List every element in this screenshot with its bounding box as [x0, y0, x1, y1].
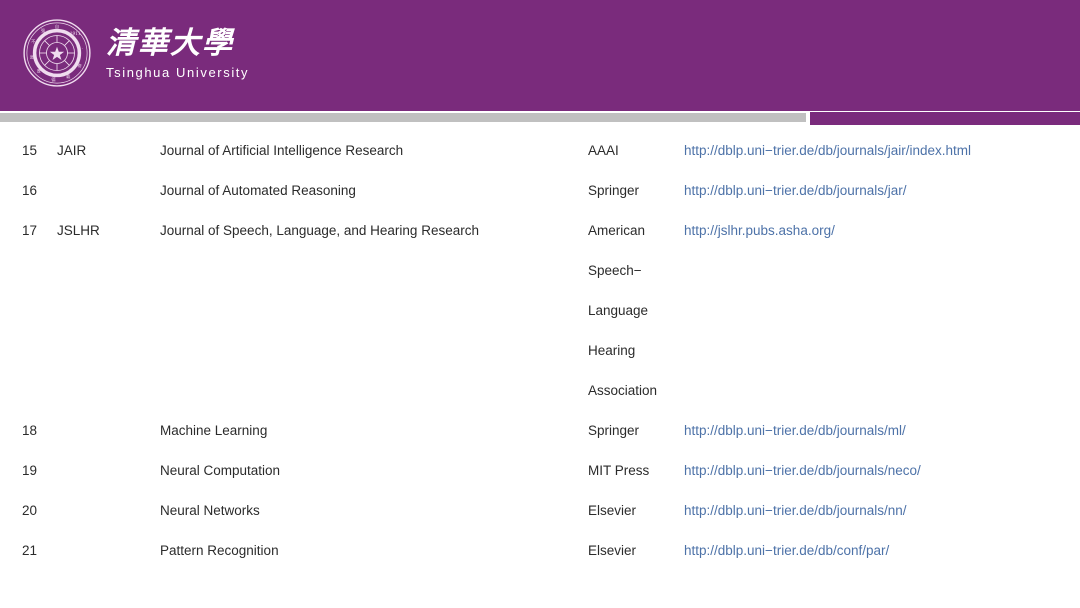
table-cell-url[interactable]: http://dblp.uni−trier.de/db/journals/jar…	[684, 171, 1064, 211]
tsinghua-seal-icon: 自 强 不 息 厚 德 载 物 · 1911	[23, 19, 91, 87]
svg-text:息: 息	[30, 54, 34, 60]
table-row: 20 Neural Networks Elsevier http://dblp.uni…	[0, 491, 1080, 531]
table-row: 19 Neural Computation MIT Press http://dblp…	[0, 451, 1080, 491]
table-cell-url[interactable]: http://dblp.uni−trier.de/db/journals/jai…	[684, 131, 1064, 171]
table-row: 16 Journal of Automated Reasoning Springer…	[0, 171, 1080, 211]
table-cell-abbr	[57, 371, 152, 411]
table-cell-url[interactable]: http://dblp.uni−trier.de/db/journals/nn/	[684, 491, 1064, 531]
table-cell-publisher: Springer	[588, 183, 640, 198]
table-cell-index: 15	[22, 143, 38, 158]
table-row: 21 Pattern Recognition Elsevier http://dblp…	[0, 531, 1080, 571]
svg-text:载: 载	[66, 73, 71, 80]
table-cell-abbr: JSLHR	[57, 223, 100, 238]
svg-text:1911: 1911	[70, 31, 81, 36]
table-cell-abbr	[57, 331, 152, 371]
table-cell-title: Pattern Recognition	[160, 543, 279, 558]
table-row: Association	[0, 371, 1080, 411]
slide-root: 自 强 不 息 厚 德 载 物 · 1911 清華大學 Tsinghua Uni…	[0, 0, 1080, 608]
table-cell-abbr	[57, 171, 152, 211]
table-row: 18 Machine Learning Springer http://dblp.un…	[0, 411, 1080, 451]
table-cell-url[interactable]: http://dblp.uni−trier.de/db/journals/ml/	[684, 411, 1064, 451]
table-cell-title: Neural Networks	[160, 503, 260, 518]
table-cell-publisher: Elsevier	[588, 543, 637, 558]
table-cell-url[interactable]: http://jslhr.pubs.asha.org/	[684, 211, 1064, 251]
table-cell-index: 19	[22, 463, 38, 478]
table-row: Speech−	[0, 251, 1080, 291]
table-cell-index	[22, 251, 52, 291]
table-cell-url	[684, 251, 1064, 291]
svg-text:物: 物	[77, 62, 81, 69]
table-cell-index: 21	[22, 543, 38, 558]
table-row: Language	[0, 291, 1080, 331]
table-cell-abbr	[57, 491, 152, 531]
table-row: 15 JAIR Journal of Artificial Intelligence…	[0, 131, 1080, 171]
brand-wordmark: 清華大學 Tsinghua University	[106, 25, 249, 81]
tsinghua-brand-logo: 自 强 不 息 厚 德 载 物 · 1911 清華大學 Tsinghua Uni…	[22, 18, 249, 88]
svg-text:·: ·	[82, 46, 83, 51]
table-cell-index: 18	[22, 423, 38, 438]
table-cell-title: Machine Learning	[160, 423, 268, 438]
table-cell-url[interactable]: http://dblp.uni−trier.de/db/conf/par/	[684, 531, 1064, 571]
svg-text:厚: 厚	[37, 69, 41, 75]
table-cell-publisher: MIT Press	[588, 463, 650, 478]
table-cell-publisher: Association	[588, 383, 658, 398]
table-cell-url	[684, 291, 1064, 331]
table-cell-index: 16	[22, 183, 38, 198]
table-cell-publisher: Speech−	[588, 263, 642, 278]
divider-rule-purple	[810, 112, 1080, 125]
table-cell-abbr	[57, 531, 152, 571]
table-cell-abbr	[57, 251, 152, 291]
table-cell-url	[684, 331, 1064, 371]
table-cell-index	[22, 331, 52, 371]
table-cell-url	[684, 371, 1064, 411]
table-cell-title	[160, 331, 570, 371]
table-cell-abbr: JAIR	[57, 143, 87, 158]
table-cell-publisher: Language	[588, 303, 649, 318]
table-cell-title: Journal of Artificial Intelligence Resea…	[160, 143, 404, 158]
brand-cn-name: 清華大學	[106, 26, 234, 61]
table-cell-abbr	[57, 451, 152, 491]
table-cell-title	[160, 291, 570, 331]
table-cell-title	[160, 371, 570, 411]
table-cell-index: 17	[22, 223, 38, 238]
svg-text:自: 自	[55, 23, 59, 30]
header-band: 自 强 不 息 厚 德 载 物 · 1911 清華大學 Tsinghua Uni…	[0, 0, 1080, 111]
table-cell-publisher: Hearing	[588, 343, 636, 358]
table-cell-abbr	[57, 411, 152, 451]
table-cell-index	[22, 371, 52, 411]
table-cell-url[interactable]: http://dblp.uni−trier.de/db/journals/nec…	[684, 451, 1064, 491]
table-cell-title	[160, 251, 570, 291]
table-cell-publisher: American	[588, 223, 646, 238]
table-cell-index: 20	[22, 503, 38, 518]
table-cell-title: Neural Computation	[160, 463, 281, 478]
table-cell-publisher: AAAI	[588, 143, 619, 158]
divider-rule-gray	[0, 113, 806, 122]
table-cell-title: Journal of Automated Reasoning	[160, 183, 356, 198]
brand-en-name: Tsinghua University	[106, 65, 250, 80]
table-cell-publisher: Elsevier	[588, 503, 637, 518]
table-row: 17 JSLHR Journal of Speech, Language, and …	[0, 211, 1080, 251]
table-cell-index	[22, 291, 52, 331]
table-row: Hearing	[0, 331, 1080, 371]
table-cell-title: Journal of Speech, Language, and Hearing…	[160, 223, 479, 238]
table-cell-abbr	[57, 291, 152, 331]
table-cell-publisher: Springer	[588, 423, 640, 438]
journal-table: 15 JAIR Journal of Artificial Intelligence…	[0, 131, 1080, 571]
